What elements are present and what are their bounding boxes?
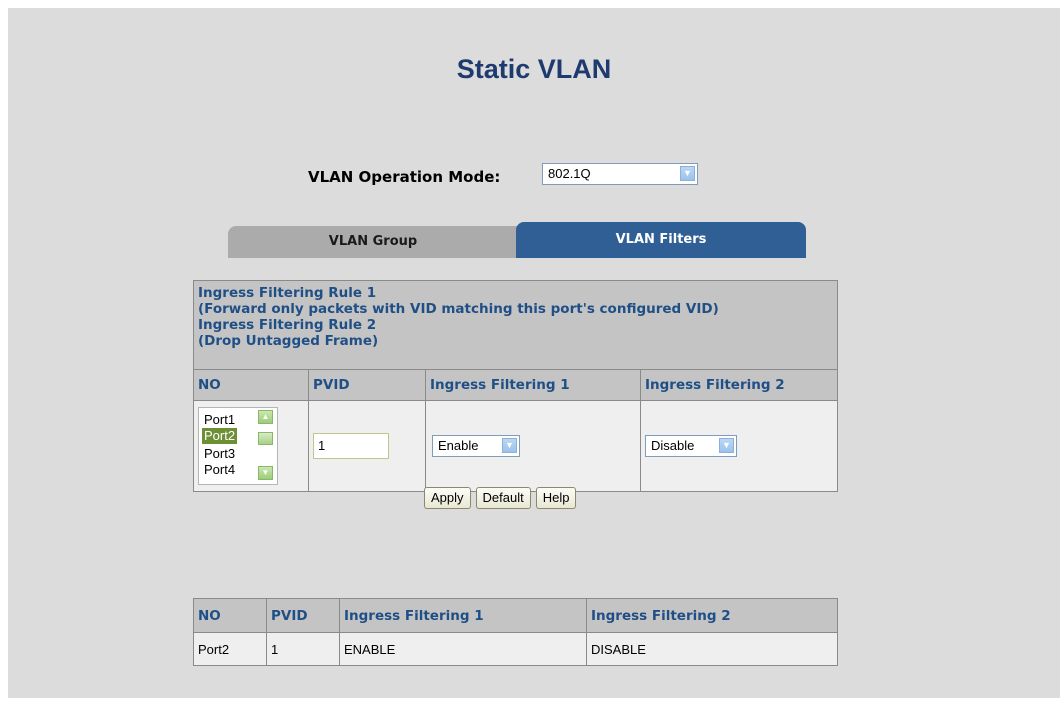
scroll-thumb[interactable] (258, 432, 273, 445)
page-title: Static VLAN (456, 54, 612, 84)
button-row: Apply Default Help (424, 487, 581, 509)
status-cell-ingress-2: DISABLE (586, 632, 838, 666)
col-header-pvid: PVID (308, 369, 426, 401)
ingress-1-cell: Enable ▼ (425, 400, 641, 492)
rules-info: Ingress Filtering Rule 1 (Forward only p… (193, 280, 838, 370)
status-table: NO PVID Ingress Filtering 1 Ingress Filt… (193, 598, 838, 666)
status-cell-ingress-1: ENABLE (339, 632, 587, 666)
ingress-2-cell: Disable ▼ (640, 400, 838, 492)
status-cell-port: Port2 (193, 632, 267, 666)
status-header-ingress-2: Ingress Filtering 2 (586, 598, 838, 633)
chevron-down-icon[interactable]: ▼ (680, 166, 695, 181)
scroll-down-icon[interactable]: ▼ (258, 466, 273, 480)
help-button[interactable]: Help (535, 487, 577, 509)
status-header-no: NO (193, 598, 267, 633)
port-scrollbar[interactable]: ▲ ▼ (258, 410, 275, 482)
pvid-input[interactable]: 1 (313, 433, 389, 459)
status-header-ingress-1: Ingress Filtering 1 (339, 598, 587, 633)
rule-1-description: (Forward only packets with VID matching … (198, 301, 719, 317)
status-header-pvid: PVID (266, 598, 340, 633)
port-option-2[interactable]: Port2 (202, 428, 238, 444)
tab-vlan-group[interactable]: VLAN Group (228, 226, 518, 258)
page: Static VLAN VLAN Operation Mode: 802.1Q … (8, 8, 1060, 698)
port-option-1[interactable]: Port1 (202, 412, 237, 428)
col-header-ingress-1: Ingress Filtering 1 (425, 369, 641, 401)
operation-mode-value: 802.1Q (548, 166, 591, 181)
col-header-ingress-2: Ingress Filtering 2 (640, 369, 838, 401)
ingress-2-select[interactable]: Disable ▼ (645, 435, 737, 457)
port-option-3[interactable]: Port3 (202, 446, 237, 462)
chevron-down-icon[interactable]: ▼ (502, 438, 517, 453)
operation-mode-select[interactable]: 802.1Q ▼ (542, 163, 698, 185)
port-listbox[interactable]: Port1 Port2 Port3 Port4 ▲ ▼ (198, 407, 278, 485)
pvid-cell: 1 (308, 400, 426, 492)
operation-mode-label: VLAN Operation Mode: (308, 168, 501, 186)
ingress-1-value: Enable (438, 438, 479, 453)
status-cell-pvid: 1 (266, 632, 340, 666)
filter-config-table: Ingress Filtering Rule 1 (Forward only p… (193, 280, 838, 492)
scroll-up-icon[interactable]: ▲ (258, 410, 273, 424)
default-button[interactable]: Default (475, 487, 531, 509)
rule-1-title: Ingress Filtering Rule 1 (198, 285, 377, 301)
ingress-2-value: Disable (651, 438, 695, 453)
rule-2-title: Ingress Filtering Rule 2 (198, 317, 377, 333)
chevron-down-icon[interactable]: ▼ (719, 438, 734, 453)
col-header-no: NO (193, 369, 309, 401)
table-row: Port2 1 ENABLE DISABLE (193, 632, 838, 666)
apply-button[interactable]: Apply (424, 487, 471, 509)
tab-vlan-filters[interactable]: VLAN Filters (516, 222, 806, 258)
port-option-4[interactable]: Port4 (202, 462, 237, 478)
port-cell: Port1 Port2 Port3 Port4 ▲ ▼ (193, 400, 309, 492)
ingress-1-select[interactable]: Enable ▼ (432, 435, 520, 457)
rule-2-description: (Drop Untagged Frame) (198, 333, 379, 349)
